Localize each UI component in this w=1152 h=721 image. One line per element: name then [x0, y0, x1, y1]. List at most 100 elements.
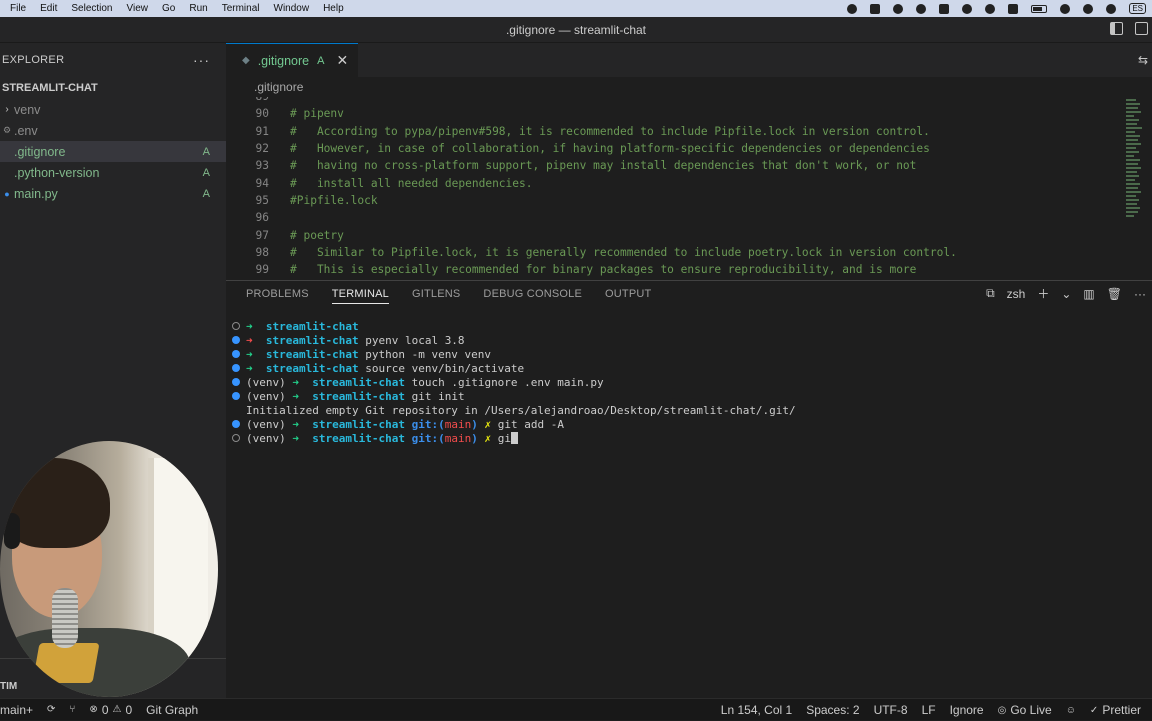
dirty-mark-icon: ✗ [477, 431, 498, 445]
prompt-arrow-icon: ➜ [285, 417, 313, 431]
terminal-line: (venv) ➜ streamlit-chat git:(main) ✗ git… [232, 417, 796, 431]
command-decoration-icon[interactable] [232, 378, 240, 386]
prompt-arrow-icon: ➜ [285, 431, 313, 445]
terminal-output[interactable]: ➜ streamlit-chat ➜ streamlit-chat pyenv … [232, 319, 796, 445]
close-icon[interactable]: ✕ [336, 52, 348, 69]
menu-file[interactable]: File [3, 3, 33, 14]
gitlens-icon[interactable]: ⑂ [62, 704, 82, 715]
play-icon[interactable] [962, 3, 973, 14]
trash-icon[interactable]: 🗑 [1107, 287, 1122, 301]
chrome-icon[interactable] [847, 3, 858, 14]
prompt-arrow-icon: ➜ [246, 333, 266, 347]
line-number: 92 [255, 142, 269, 156]
menu-view[interactable]: View [120, 3, 156, 14]
command-decoration-icon[interactable] [232, 434, 240, 442]
tree-item-gitignore[interactable]: .gitignore A [0, 141, 226, 162]
tab-label: .gitignore [257, 53, 310, 68]
split-terminal-icon[interactable]: ▥ [1083, 287, 1094, 301]
git-branch-status[interactable]: main+ [0, 703, 40, 717]
minimap[interactable] [1126, 99, 1142, 249]
menu-help[interactable]: Help [316, 3, 351, 14]
prettier-button[interactable]: ✓ Prettier [1083, 703, 1148, 717]
tab-debug-console[interactable]: DEBUG CONSOLE [483, 288, 582, 300]
indentation[interactable]: Spaces: 2 [799, 703, 866, 717]
terminal-line: ➜ streamlit-chat python -m venv venv [232, 347, 796, 361]
breadcrumb-item[interactable]: .gitignore [254, 80, 303, 94]
menu-window[interactable]: Window [267, 3, 317, 14]
go-live-button[interactable]: ◎ Go Live [991, 703, 1059, 717]
battery-icon[interactable] [1031, 4, 1048, 13]
copilot-icon[interactable]: ☺ [1059, 705, 1083, 716]
sync-icon[interactable]: ⟳ [40, 704, 62, 715]
menu-go[interactable]: Go [155, 3, 182, 14]
compare-changes-icon[interactable]: ⇆ [1138, 53, 1148, 67]
gear-icon[interactable] [893, 3, 904, 14]
tree-item-venv[interactable]: › venv [0, 99, 226, 120]
encoding[interactable]: UTF-8 [867, 703, 915, 717]
menu-run[interactable]: Run [182, 3, 214, 14]
command-decoration-icon[interactable] [232, 364, 240, 372]
file-icon: ◆ [242, 55, 250, 66]
more-actions-icon[interactable]: ··· [193, 52, 210, 68]
search-icon[interactable] [1083, 3, 1094, 14]
menu-edit[interactable]: Edit [33, 3, 64, 14]
problems-status[interactable]: ⊗ 0 ⚠ 0 [82, 703, 139, 717]
moon-icon[interactable] [985, 3, 996, 14]
command-decoration-icon[interactable] [232, 336, 240, 344]
editor-area: ◆ .gitignore A ✕ ⇆ .gitignore 89 90 # pip… [226, 43, 1152, 280]
menu-selection[interactable]: Selection [64, 3, 119, 14]
folder-title[interactable]: STREAMLIT-CHAT [0, 77, 226, 99]
code-line: 89 [226, 97, 1152, 105]
command-decoration-icon[interactable] [232, 420, 240, 428]
line-number: 93 [255, 159, 269, 173]
terminal-command: git add -A [497, 417, 564, 431]
terminal-command: touch .gitignore .env main.py [411, 375, 604, 389]
toggle-sidebar-icon[interactable] [1110, 22, 1123, 35]
tab-output[interactable]: OUTPUT [605, 288, 651, 300]
input-language[interactable]: ES [1129, 3, 1146, 14]
status-bar-right: Ln 154, Col 1 Spaces: 2 UTF-8 LF Ignore … [714, 699, 1148, 721]
timeline-section-label[interactable]: TIM [0, 681, 17, 692]
tab-gitignore[interactable]: ◆ .gitignore A ✕ [226, 43, 359, 77]
camera-icon[interactable] [939, 3, 950, 14]
end-of-line[interactable]: LF [915, 703, 943, 717]
language-mode[interactable]: Ignore [943, 703, 991, 717]
tab-problems[interactable]: PROBLEMS [246, 288, 309, 300]
screen-record-icon[interactable] [870, 3, 881, 14]
tab-terminal[interactable]: TERMINAL [331, 288, 389, 304]
control-center-icon[interactable] [1106, 3, 1117, 14]
command-decoration-icon[interactable] [232, 322, 240, 330]
chevron-down-icon[interactable]: ⌄ [1061, 287, 1071, 301]
tree-item-main-py[interactable]: ● main.py A [0, 183, 226, 204]
cursor-position[interactable]: Ln 154, Col 1 [714, 703, 799, 717]
git-graph-button[interactable]: Git Graph [139, 703, 205, 717]
bluetooth-icon[interactable] [1008, 3, 1019, 14]
menu-terminal[interactable]: Terminal [215, 3, 267, 14]
python-file-icon: ● [4, 188, 10, 199]
venv-indicator: (venv) [246, 389, 286, 403]
more-actions-icon[interactable]: ··· [1134, 287, 1146, 301]
command-decoration-icon[interactable] [232, 350, 240, 358]
terminal-command-input[interactable]: gi [498, 432, 511, 445]
line-number: 90 [255, 107, 269, 121]
toggle-panel-icon[interactable] [1135, 22, 1148, 35]
warning-count: 0 [125, 702, 133, 717]
tab-gitlens[interactable]: GITLENS [412, 288, 460, 300]
terminal-icon: ⧉ [986, 286, 995, 300]
tree-item-python-version[interactable]: .python-version A [0, 162, 226, 183]
check-double-icon: ✓ [1089, 704, 1099, 716]
new-terminal-icon[interactable]: ＋ [1037, 285, 1049, 302]
target-icon[interactable] [916, 3, 927, 14]
line-number: 89 [226, 97, 269, 103]
tree-item-env[interactable]: ⚙ .env [0, 120, 226, 141]
git-prompt-close: ) [471, 417, 478, 431]
wifi-icon[interactable] [1060, 3, 1071, 14]
bottom-panel: PROBLEMS TERMINAL GITLENS DEBUG CONSOLE … [226, 280, 1152, 698]
editor-tabs: ◆ .gitignore A ✕ ⇆ [226, 43, 1152, 77]
line-text: # However, in case of collaboration, if … [290, 142, 930, 156]
code-view[interactable]: 89 90 # pipenv 91 # According to pypa/pipe… [226, 97, 1152, 280]
line-text: # This is especially recommended for bin… [290, 263, 917, 277]
line-text: # install all needed dependencies. [290, 176, 533, 190]
shell-name[interactable]: zsh [1007, 287, 1026, 301]
command-decoration-icon[interactable] [232, 392, 240, 400]
